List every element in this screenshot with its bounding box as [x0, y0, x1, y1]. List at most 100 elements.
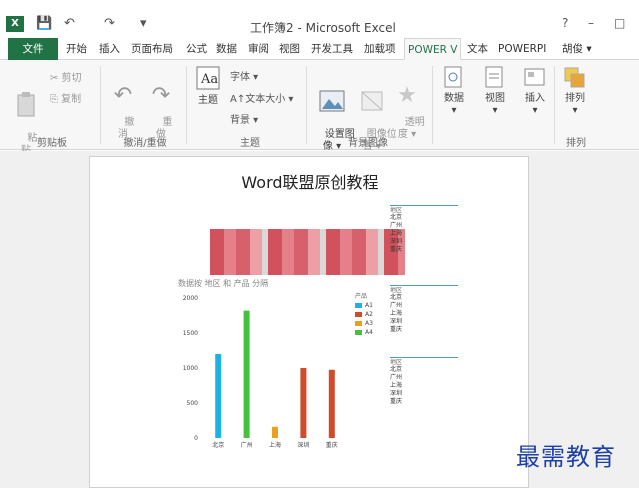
legend-item-a1[interactable]: A1: [355, 301, 373, 310]
tab-file[interactable]: 文件: [8, 38, 58, 60]
tab-home[interactable]: 开始: [66, 38, 87, 60]
window-title: 工作簿2 - Microsoft Excel: [250, 21, 396, 35]
image-position-icon: [361, 91, 383, 111]
region-slicer-2[interactable]: 地区 北京 广州 上海 深圳 重庆: [390, 285, 458, 334]
theme-label: 主题: [198, 95, 218, 106]
region-slicer-1[interactable]: 地区 北京 广州 上海 深圳 重庆: [390, 205, 458, 254]
svg-text:Aa: Aa: [200, 72, 218, 87]
legend-swatch: [355, 321, 362, 326]
x-tick-label: 上海: [269, 441, 281, 449]
slicer-item[interactable]: 重庆: [390, 246, 458, 254]
undo-group-label: 撤消/重做: [123, 138, 167, 149]
maximize-button[interactable]: □: [614, 16, 625, 30]
tab-text[interactable]: 文本: [467, 38, 488, 60]
font-dropdown[interactable]: 字体 ▾: [230, 68, 258, 83]
legend-item-a2[interactable]: A2: [355, 310, 373, 319]
minimize-button[interactable]: –: [588, 16, 594, 30]
chevron-down-icon: ▾: [532, 105, 538, 116]
column-chart[interactable]: 0 500 1000 1500 2000 北京 广州 上海 深圳 重庆: [176, 290, 356, 460]
help-button[interactable]: ?: [562, 16, 568, 30]
insert-label: 插入: [525, 93, 545, 104]
arrange-label: 排列: [565, 93, 585, 104]
chevron-down-icon: ▾: [572, 105, 578, 116]
slicer-item[interactable]: 深圳: [390, 390, 458, 398]
report-title[interactable]: Word联盟原创教程: [90, 169, 530, 193]
slicer-item[interactable]: 深圳: [390, 238, 458, 246]
bar-a4[interactable]: [243, 310, 250, 438]
tab-developer[interactable]: 开发工具: [311, 38, 353, 60]
tab-formulas[interactable]: 公式: [186, 38, 207, 60]
slicer-title: 地区: [390, 205, 458, 214]
watermark-text: 最需教育: [516, 443, 616, 471]
star-icon: ★: [397, 83, 417, 108]
slicer-item[interactable]: 重庆: [390, 398, 458, 406]
save-icon[interactable]: 💾: [36, 16, 52, 31]
undo-icon[interactable]: ↶: [64, 16, 75, 31]
view-label: 视图: [485, 93, 505, 104]
slicer-item[interactable]: 北京: [390, 214, 458, 222]
legend-item-a4[interactable]: A4: [355, 328, 373, 337]
tab-insert[interactable]: 插入: [99, 38, 120, 60]
cut-button[interactable]: ✂ 剪切: [50, 69, 82, 84]
slicer-item[interactable]: 上海: [390, 230, 458, 238]
insert-icon: [524, 68, 545, 86]
clipboard-group-label: 剪贴板: [37, 138, 67, 149]
bar-a2[interactable]: [328, 369, 335, 438]
redo-icon[interactable]: ↷: [104, 16, 115, 31]
region-slicer-3[interactable]: 地区 北京 广州 上海 深圳 重庆: [390, 357, 458, 406]
view-button[interactable]: 视图 ▾: [480, 66, 510, 117]
y-tick-label: 2000: [183, 295, 198, 302]
copy-button[interactable]: ⎘ 复制: [50, 90, 81, 105]
report-sheet[interactable]: Word联盟原创教程 数据按 地区 和 产品 分隔 0 500 1000 1500 20…: [89, 156, 529, 488]
slicer-item[interactable]: 北京: [390, 294, 458, 302]
arrange-button[interactable]: 排列 ▾: [560, 66, 590, 117]
y-tick-label: 500: [187, 400, 199, 407]
redacted-region: [210, 229, 405, 275]
legend-label: A1: [365, 302, 373, 309]
group-divider: [432, 66, 433, 144]
slicer-item[interactable]: 上海: [390, 382, 458, 390]
slicer-item[interactable]: 上海: [390, 310, 458, 318]
tab-review[interactable]: 审阅: [248, 38, 269, 60]
bar-a2[interactable]: [300, 368, 307, 438]
customize-qat-icon[interactable]: ▾: [140, 16, 147, 31]
image-icon: [319, 90, 345, 112]
legend-title: 产品: [355, 293, 368, 300]
user-account[interactable]: 胡俊 ▾: [562, 38, 592, 60]
y-tick-label: 0: [194, 435, 198, 442]
tab-powerpivot[interactable]: POWERPI: [498, 38, 546, 60]
slicer-title: 地区: [390, 357, 458, 366]
slicer-item[interactable]: 广州: [390, 302, 458, 310]
chevron-down-icon: ▾: [451, 105, 457, 116]
tab-data[interactable]: 数据: [216, 38, 237, 60]
theme-button[interactable]: Aa 主题: [194, 66, 222, 107]
group-divider: [306, 66, 307, 144]
tab-power-view[interactable]: POWER V: [404, 38, 462, 60]
tab-addins[interactable]: 加载项: [364, 38, 396, 60]
bar-a3[interactable]: [272, 426, 278, 438]
tab-page-layout[interactable]: 页面布局: [131, 38, 173, 60]
slicer-item[interactable]: 深圳: [390, 318, 458, 326]
legend-swatch: [355, 312, 362, 317]
paste-icon: [17, 92, 35, 117]
legend-item-a3[interactable]: A3: [355, 319, 373, 328]
insert-button[interactable]: 插入 ▾: [520, 66, 550, 117]
background-dropdown[interactable]: 背景 ▾: [230, 111, 258, 126]
data-refresh-icon: [444, 66, 462, 88]
slicer-item[interactable]: 北京: [390, 366, 458, 374]
y-tick-label: 1500: [183, 330, 198, 337]
x-tick-label: 广州: [241, 441, 253, 449]
tab-view[interactable]: 视图: [279, 38, 300, 60]
theme-icon: Aa: [196, 66, 220, 90]
excel-app-icon[interactable]: X: [6, 16, 24, 32]
data-button[interactable]: 数据 ▾: [438, 66, 470, 117]
font-size-dropdown[interactable]: A↑文本大小 ▾: [230, 90, 293, 105]
slicer-item[interactable]: 广州: [390, 222, 458, 230]
group-divider: [186, 66, 187, 144]
y-tick-label: 1000: [183, 365, 198, 372]
slicer-item[interactable]: 广州: [390, 374, 458, 382]
group-divider: [100, 66, 101, 144]
chart-subtitle: 数据按 地区 和 产品 分隔: [178, 279, 269, 288]
bar-a1[interactable]: [215, 354, 222, 438]
slicer-item[interactable]: 重庆: [390, 326, 458, 334]
